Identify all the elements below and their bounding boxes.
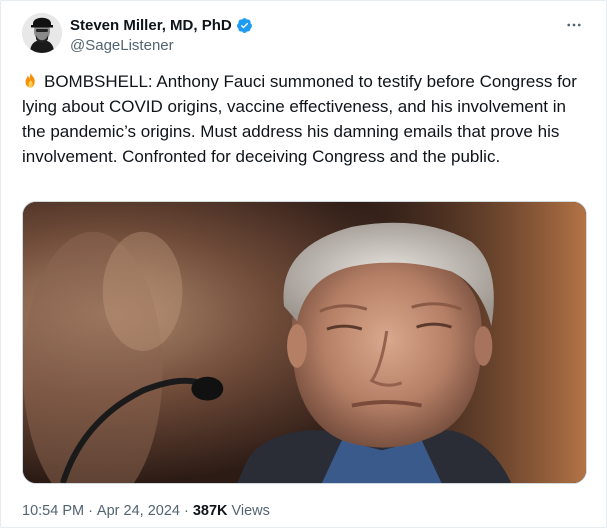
tweet-photo[interactable] — [22, 201, 587, 484]
fire-emoji-icon — [25, 72, 35, 88]
views-count[interactable]: 387K — [193, 503, 228, 519]
meta-separator: · — [88, 503, 93, 519]
avatar-portrait-icon — [22, 13, 62, 53]
views-label: Views — [231, 503, 270, 519]
tweet-text: BOMBSHELL: Anthony Fauci summoned to tes… — [22, 69, 592, 169]
author-handle[interactable]: @SageListener — [70, 37, 253, 54]
tweet-timestamp-date[interactable]: Apr 24, 2024 — [97, 503, 180, 519]
tweet-card: Steven Miller, MD, PhD @SageListener BOM… — [0, 0, 607, 528]
tweet-header: Steven Miller, MD, PhD @SageListener — [22, 11, 590, 59]
more-options-button[interactable] — [564, 15, 584, 35]
tweet-photo-image — [23, 202, 586, 483]
verified-badge-icon[interactable] — [236, 17, 253, 34]
tweet-body: BOMBSHELL: Anthony Fauci summoned to tes… — [22, 72, 577, 166]
more-options-icon — [567, 23, 581, 27]
tweet-timestamp-time[interactable]: 10:54 PM — [22, 503, 84, 519]
meta-separator: · — [183, 503, 189, 519]
avatar[interactable] — [22, 13, 62, 53]
tweet-meta: 10:54 PM · Apr 24, 2024 · 387K Views — [22, 503, 270, 519]
author-names: Steven Miller, MD, PhD @SageListener — [70, 15, 253, 54]
name-row: Steven Miller, MD, PhD — [70, 15, 253, 35]
author-display-name[interactable]: Steven Miller, MD, PhD — [70, 17, 232, 34]
